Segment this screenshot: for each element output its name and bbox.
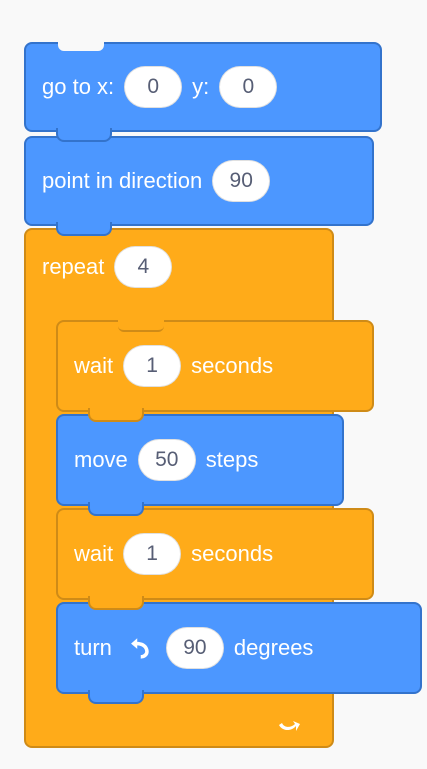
wait-seconds-label-2: seconds (191, 541, 274, 566)
repeat-arrow-icon (279, 721, 300, 731)
y-value-input[interactable]: 0 (219, 66, 278, 108)
degrees-label: degrees (233, 635, 314, 660)
go-to-label: go to x: (42, 74, 115, 99)
turn-degrees-block[interactable]: turn 90 degrees (56, 602, 422, 704)
turn-left-icon (122, 631, 156, 665)
wait-block-2[interactable]: wait 1 seconds (56, 508, 374, 610)
move-steps-input[interactable]: 50 (137, 439, 196, 481)
repeat-count-input[interactable]: 4 (114, 246, 173, 288)
point-in-direction-label: point in direction (42, 168, 203, 193)
steps-label: steps (205, 447, 259, 472)
point-in-direction-block[interactable]: point in direction 90 (24, 136, 374, 236)
go-to-xy-block[interactable]: go to x: 0 y: 0 (24, 41, 382, 142)
wait-label-2: wait (74, 541, 114, 566)
wait-seconds-input-1[interactable]: 1 (123, 345, 182, 387)
turn-label: turn (74, 635, 112, 660)
wait-label-1: wait (74, 353, 114, 378)
move-label: move (74, 447, 128, 472)
wait-seconds-label-1: seconds (191, 353, 274, 378)
y-label: y: (192, 74, 210, 99)
script-workspace[interactable]: go to x: 0 y: 0 point in direction 90 re… (0, 0, 427, 769)
direction-value-input[interactable]: 90 (212, 160, 271, 202)
wait-seconds-input-2[interactable]: 1 (123, 533, 182, 575)
repeat-label: repeat (42, 254, 105, 279)
x-value-input[interactable]: 0 (124, 66, 183, 108)
move-steps-block[interactable]: move 50 steps (56, 414, 344, 516)
wait-block-1[interactable]: wait 1 seconds (56, 320, 374, 422)
turn-degrees-input[interactable]: 90 (165, 627, 224, 669)
